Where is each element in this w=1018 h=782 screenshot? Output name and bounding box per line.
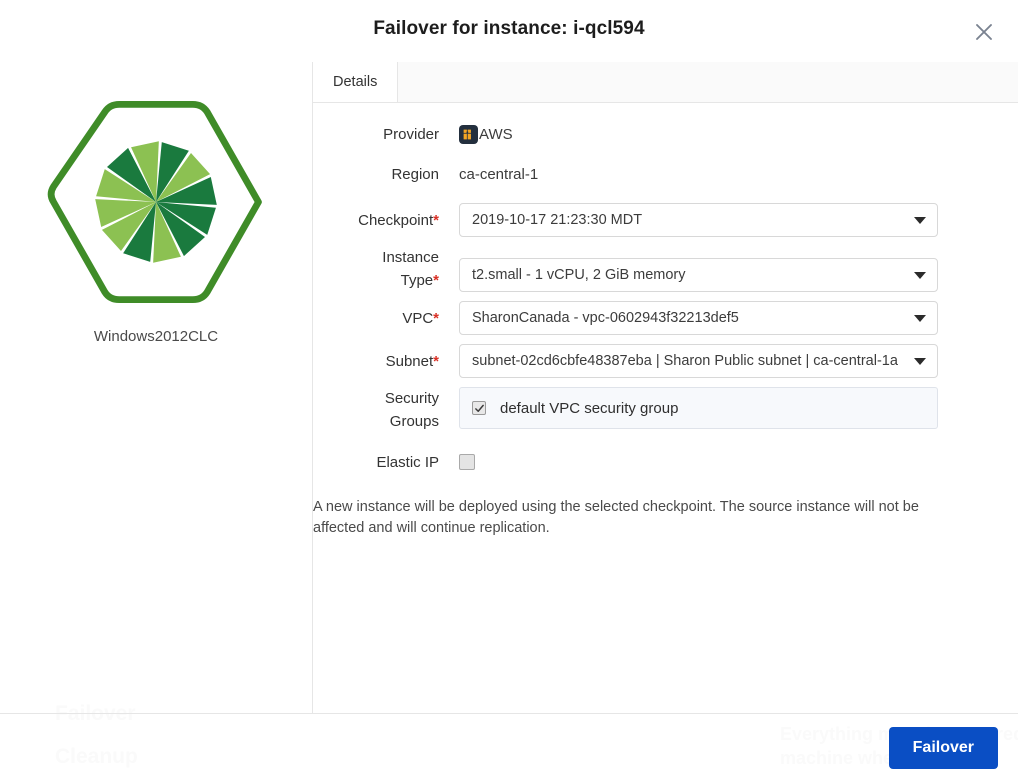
elastic-ip-label: Elastic IP xyxy=(376,454,439,471)
vpc-label-text: VPC xyxy=(402,310,434,327)
tab-details-label: Details xyxy=(333,74,378,90)
security-groups-label: Security Groups xyxy=(313,387,459,433)
machine-preview-pane: Windows2012CLC xyxy=(0,62,313,713)
dialog-footer: Failover xyxy=(0,713,1018,782)
vpc-label: VPC* xyxy=(313,301,459,330)
instance-type-select-value: t2.small - 1 vCPU, 2 GiB memory xyxy=(472,267,686,283)
tab-details[interactable]: Details xyxy=(313,62,399,102)
chevron-down-icon xyxy=(914,272,926,279)
security-group-label: default VPC security group xyxy=(500,399,679,417)
vpc-select[interactable]: SharonCanada - vpc-0602943f32213def5 xyxy=(459,301,938,335)
chevron-down-icon xyxy=(914,217,926,224)
security-groups-label-line2: Groups xyxy=(389,413,439,430)
security-group-checkbox[interactable] xyxy=(472,401,486,415)
region-value-wrap: ca-central-1 xyxy=(459,163,1018,186)
checkpoint-label-text: Checkpoint xyxy=(358,212,434,229)
instance-type-control: t2.small - 1 vCPU, 2 GiB memory xyxy=(459,246,1018,292)
instance-type-label: Instance Type* xyxy=(313,246,459,292)
chevron-down-icon xyxy=(914,315,926,322)
required-marker: * xyxy=(433,353,439,370)
form-row-elastic-ip: Elastic IP xyxy=(313,451,1018,475)
checkpoint-select-value: 2019-10-17 21:23:30 MDT xyxy=(472,212,643,228)
form-row-checkpoint: Checkpoint* 2019-10-17 21:23:30 MDT xyxy=(313,203,1018,237)
required-marker: * xyxy=(433,212,439,229)
machine-name-label: Windows2012CLC xyxy=(93,328,219,345)
form-row-instance-type: Instance Type* t2.small - 1 vCPU, 2 GiB … xyxy=(313,246,1018,292)
machine-figure: Windows2012CLC xyxy=(0,86,312,345)
form-row-vpc: VPC* SharonCanada - vpc-0602943f32213def… xyxy=(313,301,1018,335)
elastic-ip-checkbox[interactable] xyxy=(459,454,475,470)
subnet-select[interactable]: subnet-02cd6cbfe48387eba | Sharon Public… xyxy=(459,344,938,378)
checkpoint-label: Checkpoint* xyxy=(313,203,459,232)
security-groups-list: default VPC security group xyxy=(459,387,938,429)
vpc-control: SharonCanada - vpc-0602943f32213def5 xyxy=(459,301,1018,335)
form-row-security-groups: Security Groups default VPC security gro… xyxy=(313,387,1018,433)
subnet-label-text: Subnet xyxy=(385,353,434,370)
failover-button[interactable]: Failover xyxy=(888,727,998,769)
provider-value: AWS xyxy=(479,126,513,143)
details-pane: Details Provider AWS Region ca-central-1… xyxy=(313,62,1018,713)
tab-bar: Details xyxy=(313,62,1018,103)
region-label: Region xyxy=(391,166,439,183)
instance-type-label-line2: Type xyxy=(400,272,434,289)
aws-icon xyxy=(459,125,478,144)
hexagon-pinwheel-logo xyxy=(40,86,272,318)
failover-form: Provider AWS Region ca-central-1 Checkpo… xyxy=(313,103,1018,713)
required-marker: * xyxy=(433,310,439,327)
close-icon[interactable] xyxy=(968,16,1000,48)
chevron-down-icon xyxy=(914,358,926,365)
security-groups-label-line1: Security xyxy=(384,390,439,407)
form-row-provider: Provider AWS xyxy=(313,123,1018,146)
form-row-subnet: Subnet* subnet-02cd6cbfe48387eba | Sharo… xyxy=(313,344,1018,378)
page-title: Failover for instance: i-qcl594 xyxy=(373,18,645,39)
provider-label: Provider xyxy=(383,126,439,143)
failover-description: A new instance will be deployed using th… xyxy=(313,499,919,536)
form-row-region: Region ca-central-1 xyxy=(313,163,1018,186)
failover-dialog: Failover for instance: i-qcl594 Windows2… xyxy=(0,0,1018,782)
subnet-select-value: subnet-02cd6cbfe48387eba | Sharon Public… xyxy=(472,353,898,369)
provider-value-wrap: AWS xyxy=(459,123,1018,146)
instance-type-label-line1: Instance xyxy=(382,249,439,266)
subnet-control: subnet-02cd6cbfe48387eba | Sharon Public… xyxy=(459,344,1018,378)
checkpoint-control: 2019-10-17 21:23:30 MDT xyxy=(459,203,1018,237)
region-value: ca-central-1 xyxy=(459,166,539,183)
vpc-select-value: SharonCanada - vpc-0602943f32213def5 xyxy=(472,310,739,326)
instance-type-label-line2-wrap: Type* xyxy=(313,269,439,292)
security-groups-control: default VPC security group xyxy=(459,387,1018,429)
list-item[interactable]: default VPC security group xyxy=(472,400,678,417)
elastic-ip-control xyxy=(459,451,1018,475)
required-marker: * xyxy=(433,272,439,289)
checkpoint-select[interactable]: 2019-10-17 21:23:30 MDT xyxy=(459,203,938,237)
subnet-label: Subnet* xyxy=(313,344,459,373)
dialog-body: Windows2012CLC Details Provider AWS Regi… xyxy=(0,62,1018,713)
dialog-header: Failover for instance: i-qcl594 xyxy=(0,0,1018,62)
instance-type-select[interactable]: t2.small - 1 vCPU, 2 GiB memory xyxy=(459,258,938,292)
